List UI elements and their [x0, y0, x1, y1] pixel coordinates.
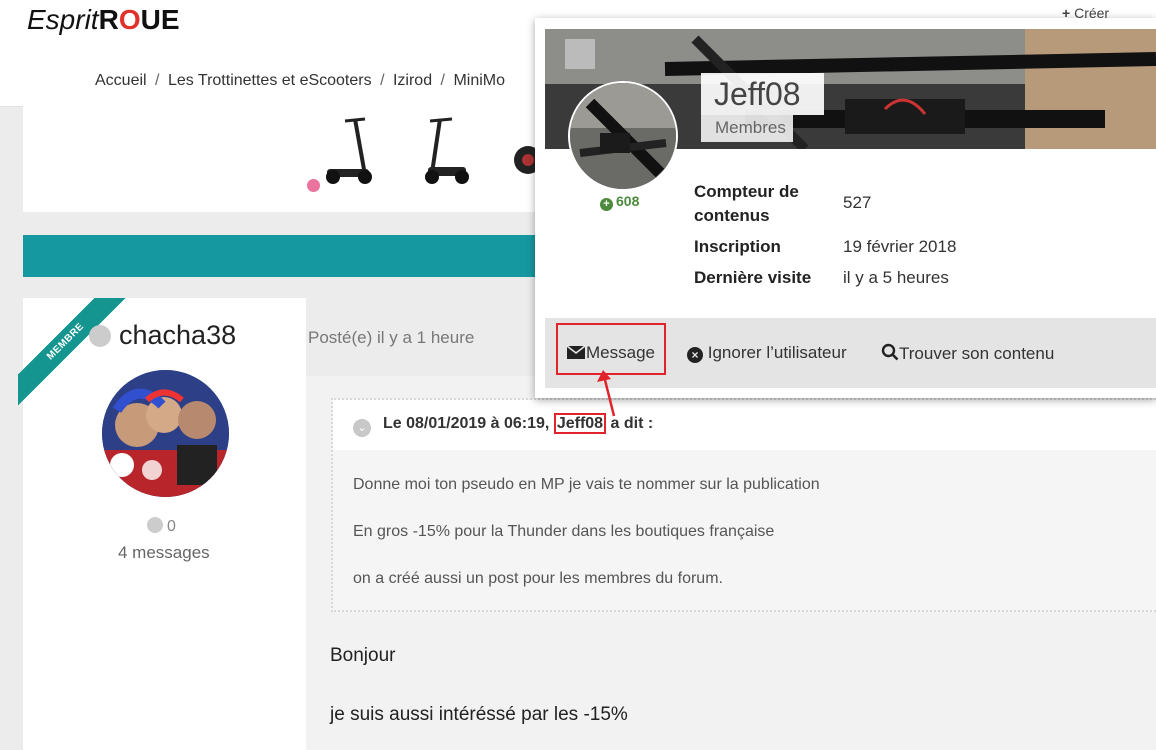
stat-value-last-visit: il y a 5 heures [843, 268, 949, 287]
hovercard-group: Membres [715, 118, 786, 137]
author-username[interactable]: chacha38 [119, 320, 236, 351]
reputation-neutral-icon [147, 517, 163, 533]
post-date[interactable]: Posté(e) il y a 1 heure [308, 328, 474, 348]
message-button[interactable]: Message [566, 343, 655, 363]
plus-circle-icon: + [600, 198, 613, 211]
stat-value-joined: 19 février 2018 [843, 237, 957, 256]
author-avatar[interactable] [102, 370, 229, 497]
offline-status-icon [89, 325, 111, 347]
ignore-user-button[interactable]: × Ignorer l’utilisateur [687, 343, 847, 363]
chevron-down-icon[interactable]: ⌄ [353, 419, 371, 437]
post-text-line: Bonjour [330, 645, 396, 666]
hovercard-avatar[interactable] [568, 81, 678, 191]
scooter-image [326, 117, 372, 184]
breadcrumb-home[interactable]: Accueil [95, 72, 147, 89]
breadcrumb: Accueil / Les Trottinettes et eScooters … [95, 72, 506, 89]
envelope-icon [566, 345, 586, 360]
scooter-image [514, 146, 536, 174]
times-circle-icon: × [687, 347, 703, 363]
stat-label-joined: Inscription [694, 237, 781, 256]
annotation-arrow [597, 370, 616, 417]
quote-line: Donne moi ton pseudo en MP je vais te no… [353, 476, 820, 493]
scooter-image [425, 117, 469, 184]
find-content-button[interactable]: Trouver son contenu [881, 343, 1054, 364]
breadcrumb-subforum[interactable]: Izirod [393, 72, 432, 89]
breadcrumb-forum[interactable]: Les Trottinettes et eScooters [168, 72, 372, 89]
quote-line: on a créé aussi un post pour les membres… [353, 570, 723, 587]
hovercard-username[interactable]: Jeff08 [714, 76, 801, 113]
author-reputation: 0 [147, 517, 176, 536]
quote-line: En gros -15% pour la Thunder dans les bo… [353, 523, 775, 540]
avatar-photo [570, 83, 676, 189]
avatar-photo [102, 370, 229, 497]
post-text-line: je suis aussi intéréssé par les -15% [330, 704, 628, 725]
search-icon [881, 343, 899, 361]
author-message-count: 4 messages [118, 543, 210, 562]
site-logo[interactable]: EspritROUE [27, 4, 180, 36]
breadcrumb-topic[interactable]: MiniMo [453, 72, 505, 89]
hovercard-reputation: +608 [600, 193, 639, 211]
stat-value-content-count: 527 [843, 193, 872, 212]
stat-label-content-count: Compteur de contenus [694, 182, 799, 225]
carousel-dot[interactable] [307, 179, 320, 192]
stat-label-last-visit: Dernière visite [694, 268, 812, 287]
member-ribbon: MEMBRE [18, 298, 128, 408]
